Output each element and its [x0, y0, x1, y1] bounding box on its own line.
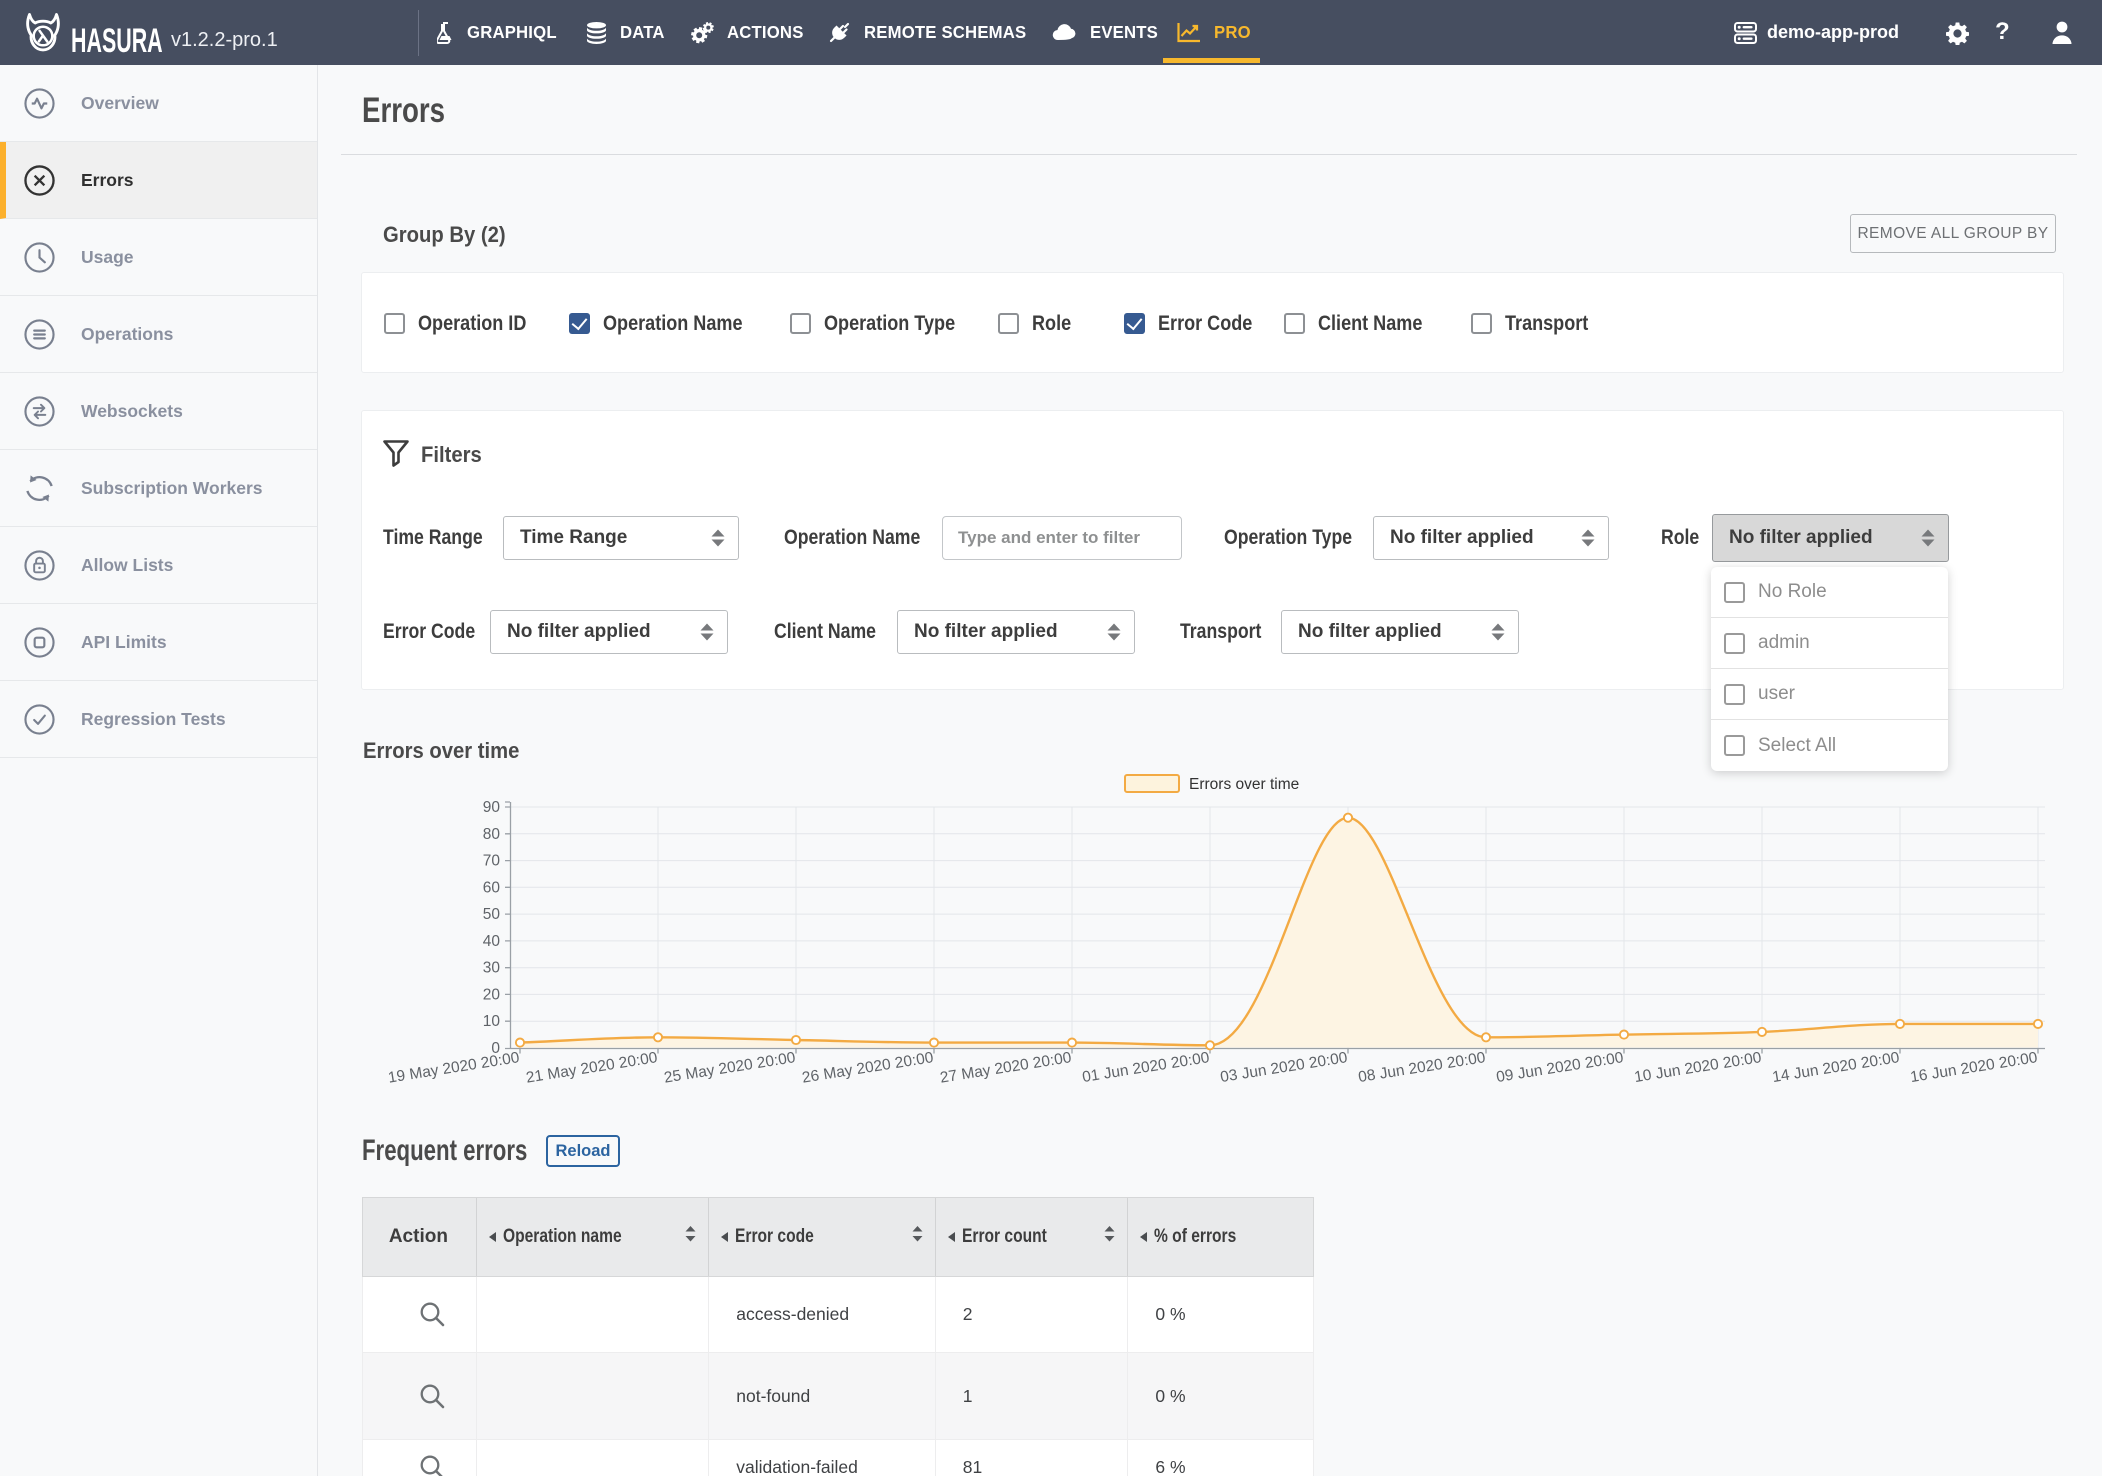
- svg-text:27 May 2020 20:00: 27 May 2020 20:00: [939, 1049, 1073, 1087]
- svg-text:21 May 2020 20:00: 21 May 2020 20:00: [525, 1049, 659, 1087]
- svg-text:14 Jun 2020 20:00: 14 Jun 2020 20:00: [1771, 1049, 1901, 1086]
- svg-text:30: 30: [483, 960, 501, 977]
- svg-text:0: 0: [491, 1040, 500, 1057]
- svg-text:40: 40: [483, 933, 501, 950]
- svg-text:16 Jun 2020 20:00: 16 Jun 2020 20:00: [1909, 1049, 2039, 1086]
- svg-text:80: 80: [483, 826, 501, 843]
- svg-text:60: 60: [483, 879, 501, 896]
- svg-text:20: 20: [483, 986, 501, 1003]
- svg-text:19 May 2020 20:00: 19 May 2020 20:00: [387, 1049, 521, 1087]
- svg-text:Errors over time: Errors over time: [1189, 776, 1299, 793]
- svg-text:25 May 2020 20:00: 25 May 2020 20:00: [663, 1049, 797, 1087]
- svg-text:09 Jun 2020 20:00: 09 Jun 2020 20:00: [1495, 1049, 1625, 1086]
- svg-text:10 Jun 2020 20:00: 10 Jun 2020 20:00: [1633, 1049, 1763, 1086]
- svg-text:70: 70: [483, 853, 501, 870]
- svg-text:26 May 2020 20:00: 26 May 2020 20:00: [801, 1049, 935, 1087]
- svg-text:01 Jun 2020 20:00: 01 Jun 2020 20:00: [1081, 1049, 1211, 1086]
- svg-text:10: 10: [483, 1013, 501, 1030]
- svg-text:08 Jun 2020 20:00: 08 Jun 2020 20:00: [1357, 1049, 1487, 1086]
- svg-text:50: 50: [483, 906, 501, 923]
- svg-text:03 Jun 2020 20:00: 03 Jun 2020 20:00: [1219, 1049, 1349, 1086]
- svg-text:90: 90: [483, 799, 501, 816]
